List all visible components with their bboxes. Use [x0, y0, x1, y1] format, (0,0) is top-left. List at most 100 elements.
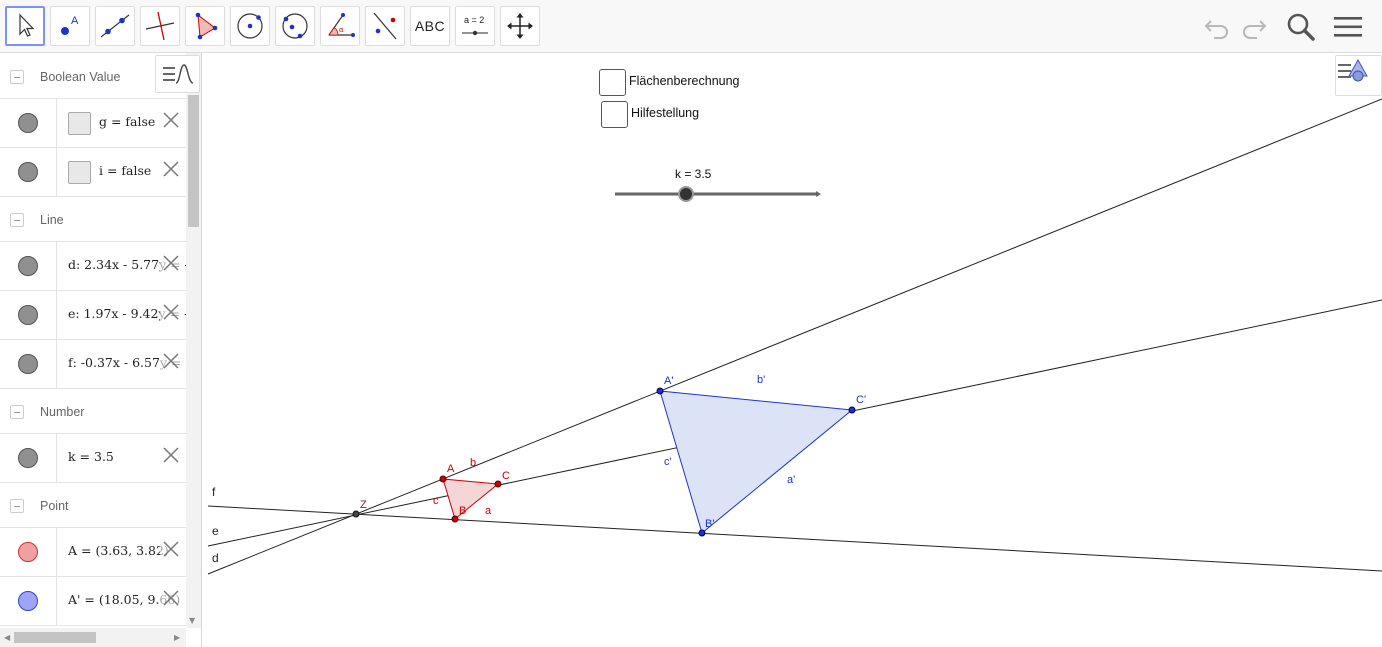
vertical-scrollbar[interactable]: ▼	[186, 53, 201, 628]
label-Z: Z	[360, 499, 367, 511]
point-icon: A	[61, 15, 79, 35]
move-tool[interactable]	[5, 6, 45, 46]
point-A[interactable]	[439, 475, 447, 483]
algebra-expression[interactable]: g = false	[99, 114, 155, 129]
category-header-number[interactable]: Number	[0, 390, 186, 434]
point-C[interactable]	[494, 480, 502, 488]
visibility-marble[interactable]	[18, 113, 38, 133]
scroll-down-arrow-icon[interactable]: ▼	[189, 616, 195, 625]
horizontal-scroll-thumb[interactable]	[14, 632, 96, 643]
checkbox-hilfestellung[interactable]	[601, 101, 628, 128]
algebra-list: Boolean Value g = false i = false Line d…	[0, 53, 186, 628]
graphics-style-bar-toggle[interactable]	[1335, 55, 1382, 96]
category-label: Line	[40, 212, 64, 227]
algebra-expression[interactable]: k = 3.5	[68, 449, 114, 464]
search-button[interactable]	[1283, 8, 1319, 46]
polygon-tool[interactable]	[185, 6, 225, 46]
boolean-checkbox-i[interactable]	[68, 161, 91, 184]
triangle-A1B1C1[interactable]	[659, 390, 854, 534]
algebra-row-A[interactable]: A = (3.63, 3.82)	[0, 528, 186, 577]
circle-tool[interactable]	[230, 6, 270, 46]
collapse-icon[interactable]	[10, 404, 24, 419]
marble-cell	[0, 340, 57, 388]
algebra-row-e[interactable]: e: 1.97x - 9.42y = -	[0, 291, 186, 340]
checkbox-flaechenberechnung[interactable]	[599, 69, 626, 96]
category-header-line[interactable]: Line	[0, 198, 186, 242]
slider-tool[interactable]: a = 2	[455, 6, 495, 46]
algebra-row-g[interactable]: g = false	[0, 99, 186, 148]
algebra-expression[interactable]: i = false	[99, 163, 151, 178]
slider-handle[interactable]	[678, 186, 694, 202]
perpendicular-line-tool[interactable]	[140, 6, 180, 46]
visibility-marble[interactable]	[18, 162, 38, 182]
move-arrows-icon	[507, 13, 533, 39]
point-C-prime[interactable]	[848, 406, 856, 414]
delete-button[interactable]	[160, 301, 182, 323]
algebra-row-d[interactable]: d: 2.34x - 5.77y = -	[0, 242, 186, 291]
style-bar-icon	[162, 64, 193, 84]
close-icon	[163, 590, 179, 606]
marble-cell	[0, 434, 57, 482]
close-icon	[163, 112, 179, 128]
algebra-style-bar-toggle[interactable]	[155, 55, 200, 93]
graphics-canvas[interactable]: f e d Z A B C b c a A' B' C' b' c' a' k …	[202, 53, 1382, 647]
label-A: A	[447, 463, 455, 475]
circle-three-points-tool[interactable]	[275, 6, 315, 46]
move-graphics-tool[interactable]	[500, 6, 540, 46]
marble-cell	[0, 148, 57, 196]
algebra-row-i[interactable]: i = false	[0, 148, 186, 197]
menu-button[interactable]	[1330, 8, 1366, 46]
marble-cell	[0, 291, 57, 339]
visibility-marble[interactable]	[18, 305, 38, 325]
delete-button[interactable]	[160, 587, 182, 609]
line-f[interactable]	[207, 505, 1382, 572]
visibility-marble[interactable]	[18, 256, 38, 276]
delete-button[interactable]	[160, 350, 182, 372]
delete-button[interactable]	[160, 158, 182, 180]
delete-button[interactable]	[160, 538, 182, 560]
algebra-row-A-prime[interactable]: A' = (18.05, 9.66)	[0, 577, 186, 626]
scroll-left-arrow-icon[interactable]: ◀	[4, 633, 10, 642]
visibility-marble[interactable]	[18, 591, 38, 611]
angle-tool[interactable]: α	[320, 6, 360, 46]
visibility-marble[interactable]	[18, 448, 38, 468]
checkbox-label-flaechenberechnung[interactable]: Flächenberechnung	[629, 74, 740, 88]
line-through-points-icon	[100, 14, 130, 38]
angle-icon: α	[328, 13, 355, 37]
text-tool[interactable]: ABC	[410, 6, 450, 46]
algebra-row-f[interactable]: f: -0.37x - 6.57y = -	[0, 340, 186, 389]
point-Z[interactable]	[352, 510, 360, 518]
point-tool[interactable]: A	[50, 6, 90, 46]
marble-cell	[0, 99, 57, 147]
scroll-right-arrow-icon[interactable]: ▶	[174, 633, 180, 642]
algebra-expression[interactable]: A = (3.63, 3.82)	[68, 543, 169, 558]
horizontal-scrollbar[interactable]: ◀ ▶	[0, 628, 186, 647]
label-d: d	[212, 551, 219, 565]
graphics-view[interactable]: f e d Z A B C b c a A' B' C' b' c' a' k …	[202, 53, 1382, 647]
line-tool[interactable]	[95, 6, 135, 46]
collapse-icon[interactable]	[10, 498, 24, 513]
category-header-point[interactable]: Point	[0, 484, 186, 528]
reflect-tool[interactable]	[365, 6, 405, 46]
reflect-about-line-icon	[373, 12, 397, 40]
collapse-icon[interactable]	[10, 69, 24, 84]
visibility-marble[interactable]	[18, 354, 38, 374]
point-B-prime[interactable]	[698, 529, 706, 537]
delete-button[interactable]	[160, 109, 182, 131]
collapse-icon[interactable]	[10, 212, 24, 227]
delete-button[interactable]	[160, 252, 182, 274]
checkbox-label-hilfestellung[interactable]: Hilfestellung	[631, 106, 699, 120]
category-label: Point	[40, 498, 69, 513]
redo-button[interactable]	[1237, 8, 1271, 46]
undo-button[interactable]	[1200, 8, 1234, 46]
point-A-prime[interactable]	[656, 387, 664, 395]
visibility-marble[interactable]	[18, 542, 38, 562]
point-B[interactable]	[451, 515, 459, 523]
delete-button[interactable]	[160, 444, 182, 466]
label-c: c	[433, 495, 439, 507]
marble-cell	[0, 242, 57, 290]
menu-icon	[1334, 17, 1362, 37]
algebra-row-k[interactable]: k = 3.5	[0, 434, 186, 483]
vertical-scroll-thumb[interactable]	[188, 95, 199, 227]
boolean-checkbox-g[interactable]	[68, 112, 91, 135]
